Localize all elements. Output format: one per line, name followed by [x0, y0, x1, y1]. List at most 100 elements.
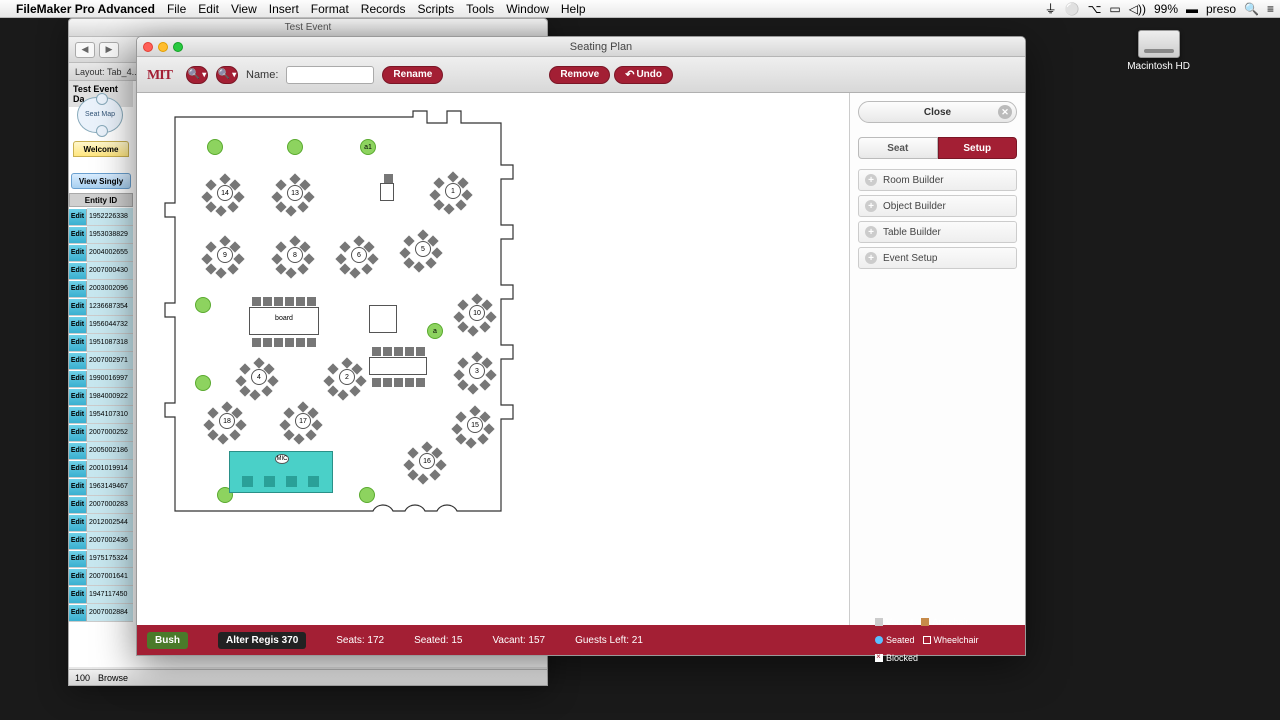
- edit-button[interactable]: Edit: [69, 443, 87, 459]
- menu-insert[interactable]: Insert: [269, 2, 299, 16]
- board-table[interactable]: board: [249, 307, 319, 335]
- edit-button[interactable]: Edit: [69, 371, 87, 387]
- zoom-out-button[interactable]: 🔍▾: [216, 66, 238, 84]
- round-table-14[interactable]: 14: [217, 185, 233, 201]
- round-table-1[interactable]: 1: [445, 183, 461, 199]
- round-table-3[interactable]: 3: [469, 363, 485, 379]
- table-seat[interactable]: [372, 347, 381, 356]
- close-x-icon[interactable]: ✕: [998, 105, 1012, 119]
- table-seat[interactable]: [372, 378, 381, 387]
- round-table-4[interactable]: 4: [251, 369, 267, 385]
- user-name[interactable]: preso: [1206, 2, 1236, 16]
- edit-button[interactable]: Edit: [69, 407, 87, 423]
- entity-row[interactable]: Edit1963149467: [69, 478, 133, 496]
- edit-button[interactable]: Edit: [69, 497, 87, 513]
- menu-records[interactable]: Records: [361, 2, 406, 16]
- round-table-9[interactable]: 9: [217, 247, 233, 263]
- round-table-18[interactable]: 18: [219, 413, 235, 429]
- marker-dot[interactable]: a1: [360, 139, 376, 155]
- table-seat[interactable]: [384, 174, 393, 183]
- edit-button[interactable]: Edit: [69, 281, 87, 297]
- spotlight-icon[interactable]: 🔍: [1244, 2, 1259, 16]
- menu-scripts[interactable]: Scripts: [417, 2, 454, 16]
- marker-dot[interactable]: [287, 139, 303, 155]
- edit-button[interactable]: Edit: [69, 515, 87, 531]
- table-top[interactable]: 15: [467, 417, 483, 433]
- round-table-16[interactable]: 16: [419, 453, 435, 469]
- table-seat[interactable]: [252, 297, 261, 306]
- accordion-table-builder[interactable]: +Table Builder: [858, 221, 1017, 243]
- entity-row[interactable]: Edit2007002971: [69, 352, 133, 370]
- app-name[interactable]: FileMaker Pro Advanced: [16, 2, 155, 16]
- menu-format[interactable]: Format: [311, 2, 349, 16]
- bg-titlebar[interactable]: Test Event: [69, 19, 547, 37]
- edit-button[interactable]: Edit: [69, 389, 87, 405]
- table-seat[interactable]: [285, 297, 294, 306]
- edit-button[interactable]: Edit: [69, 227, 87, 243]
- table-seat[interactable]: [274, 338, 283, 347]
- table-seat[interactable]: [307, 297, 316, 306]
- entity-row[interactable]: Edit2004002655: [69, 244, 133, 262]
- entity-row[interactable]: Edit1947117450: [69, 586, 133, 604]
- minimize-window-icon[interactable]: [158, 42, 168, 52]
- entity-row[interactable]: Edit1975175324: [69, 550, 133, 568]
- welcome-tab[interactable]: Welcome: [73, 141, 129, 157]
- menu-tools[interactable]: Tools: [466, 2, 494, 16]
- entity-row[interactable]: Edit2003002096: [69, 280, 133, 298]
- square-table[interactable]: [369, 305, 397, 333]
- table-seat[interactable]: [405, 378, 414, 387]
- entity-row[interactable]: Edit2001019914: [69, 460, 133, 478]
- remove-button[interactable]: Remove: [549, 66, 610, 84]
- wifi-icon[interactable]: ⏚: [1045, 0, 1057, 17]
- edit-button[interactable]: Edit: [69, 533, 87, 549]
- table-top[interactable]: 14: [217, 185, 233, 201]
- entity-row[interactable]: Edit1952226338: [69, 208, 133, 226]
- table-top[interactable]: 9: [217, 247, 233, 263]
- table-top[interactable]: 8: [287, 247, 303, 263]
- entity-row[interactable]: Edit2012002544: [69, 514, 133, 532]
- marker-dot[interactable]: [359, 487, 375, 503]
- marker-dot[interactable]: a: [427, 323, 443, 339]
- table-top[interactable]: 6: [351, 247, 367, 263]
- entity-row[interactable]: Edit2007000430: [69, 262, 133, 280]
- edit-button[interactable]: Edit: [69, 263, 87, 279]
- chip-bush[interactable]: Bush: [147, 632, 188, 649]
- table-top[interactable]: 3: [469, 363, 485, 379]
- menu-window[interactable]: Window: [506, 2, 549, 16]
- round-table-5[interactable]: 5: [415, 241, 431, 257]
- rename-button[interactable]: Rename: [382, 66, 443, 84]
- stage[interactable]: MIC: [229, 451, 333, 493]
- accordion-room-builder[interactable]: +Room Builder: [858, 169, 1017, 191]
- tab-setup[interactable]: Setup: [938, 137, 1018, 159]
- edit-button[interactable]: Edit: [69, 353, 87, 369]
- podium[interactable]: [380, 183, 394, 201]
- table-seat[interactable]: [416, 378, 425, 387]
- table-top[interactable]: 16: [419, 453, 435, 469]
- table-seat[interactable]: [274, 297, 283, 306]
- entity-row[interactable]: Edit2007002436: [69, 532, 133, 550]
- entity-row[interactable]: Edit1953038829: [69, 226, 133, 244]
- entity-row[interactable]: Edit1990016997: [69, 370, 133, 388]
- round-table-13[interactable]: 13: [287, 185, 303, 201]
- display-icon[interactable]: ▭: [1109, 2, 1120, 16]
- back-button[interactable]: ◀: [75, 42, 95, 58]
- marker-dot[interactable]: [195, 375, 211, 391]
- macintosh-hd-icon[interactable]: Macintosh HD: [1127, 30, 1190, 72]
- menu-edit[interactable]: Edit: [198, 2, 219, 16]
- edit-button[interactable]: Edit: [69, 605, 87, 621]
- zoom-window-icon[interactable]: [173, 42, 183, 52]
- round-table-17[interactable]: 17: [295, 413, 311, 429]
- entity-row[interactable]: Edit2005002186: [69, 442, 133, 460]
- round-table-10[interactable]: 10: [469, 305, 485, 321]
- chip-alter[interactable]: Alter Regis 370: [218, 632, 306, 649]
- edit-button[interactable]: Edit: [69, 335, 87, 351]
- entity-row[interactable]: Edit1951087318: [69, 334, 133, 352]
- table-seat[interactable]: [296, 297, 305, 306]
- mic-icon[interactable]: MIC: [275, 454, 289, 464]
- menu-help[interactable]: Help: [561, 2, 586, 16]
- edit-button[interactable]: Edit: [69, 587, 87, 603]
- menu-file[interactable]: File: [167, 2, 186, 16]
- entity-row[interactable]: Edit1984000922: [69, 388, 133, 406]
- close-panel-button[interactable]: Close✕: [858, 101, 1017, 123]
- round-table-2[interactable]: 2: [339, 369, 355, 385]
